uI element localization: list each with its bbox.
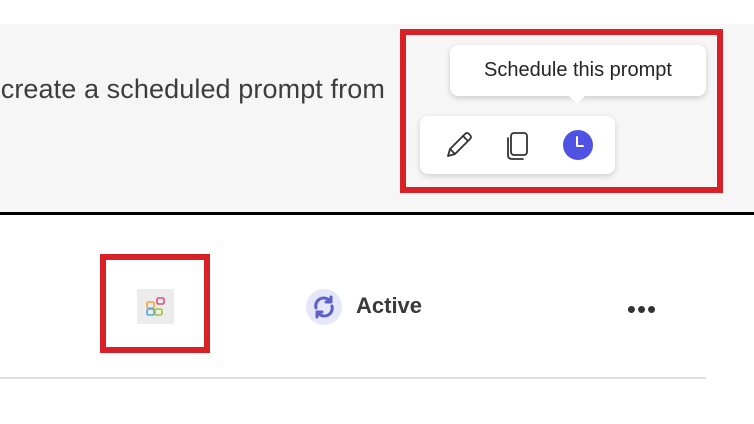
top-band xyxy=(0,0,754,24)
prompt-text: e create a scheduled prompt from xyxy=(0,74,385,104)
more-options-button[interactable]: ••• xyxy=(622,294,662,324)
row-divider xyxy=(0,377,706,379)
section-divider xyxy=(0,212,754,215)
highlight-box-toolbar xyxy=(400,29,723,193)
sync-icon xyxy=(306,289,342,325)
status-label: Active xyxy=(356,293,423,318)
ellipsis-icon: ••• xyxy=(626,293,658,324)
highlight-box-app-icon xyxy=(100,254,210,353)
